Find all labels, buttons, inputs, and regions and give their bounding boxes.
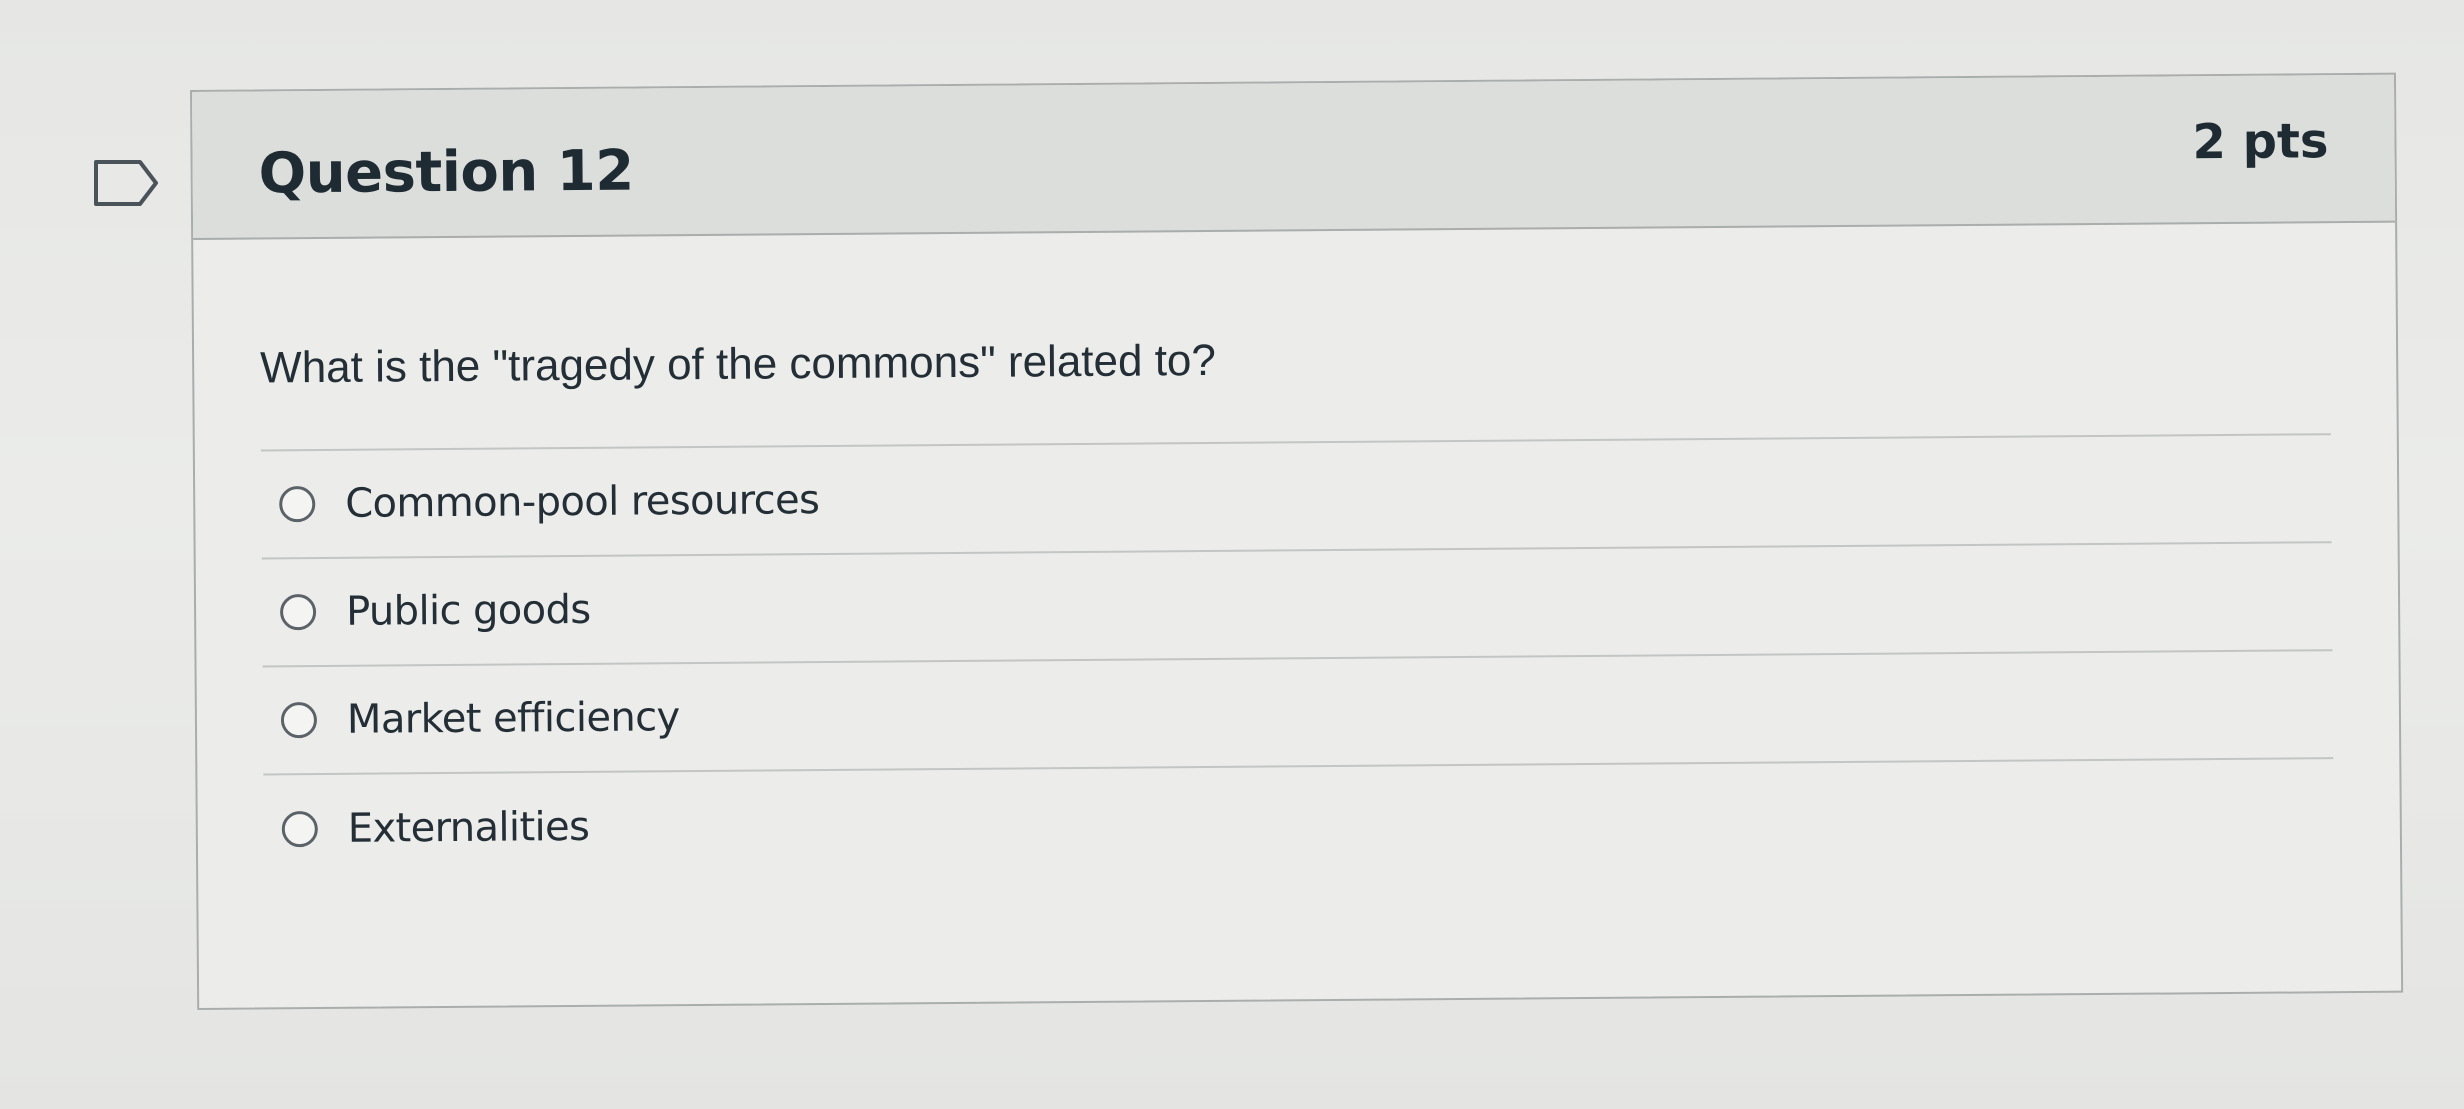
- flag-question-icon[interactable]: [92, 158, 162, 208]
- answer-label: Market efficiency: [346, 694, 680, 743]
- answer-option[interactable]: Common-pool resources: [260, 435, 2332, 560]
- question-body: What is the "tragedy of the commons" rel…: [193, 223, 2400, 884]
- radio-button[interactable]: [279, 486, 316, 523]
- answer-option[interactable]: Public goods: [261, 543, 2333, 668]
- answer-option[interactable]: Externalities: [263, 759, 2334, 883]
- answer-label: Common-pool resources: [345, 477, 820, 527]
- answer-list: Common-pool resources Public goods Marke…: [260, 435, 2334, 883]
- question-title: Question 12: [258, 138, 634, 207]
- answer-option[interactable]: Market efficiency: [262, 651, 2334, 776]
- question-points: 2 pts: [2192, 113, 2329, 171]
- question-card: Question 12 2 pts What is the "tragedy o…: [190, 72, 2404, 1010]
- radio-button[interactable]: [279, 594, 317, 631]
- radio-button[interactable]: [281, 811, 318, 848]
- radio-button[interactable]: [280, 702, 318, 739]
- question-text: What is the "tragedy of the commons" rel…: [259, 327, 2331, 452]
- answer-label: Externalities: [347, 803, 590, 852]
- answer-label: Public goods: [345, 586, 591, 635]
- question-header: Question 12 2 pts: [192, 74, 2396, 240]
